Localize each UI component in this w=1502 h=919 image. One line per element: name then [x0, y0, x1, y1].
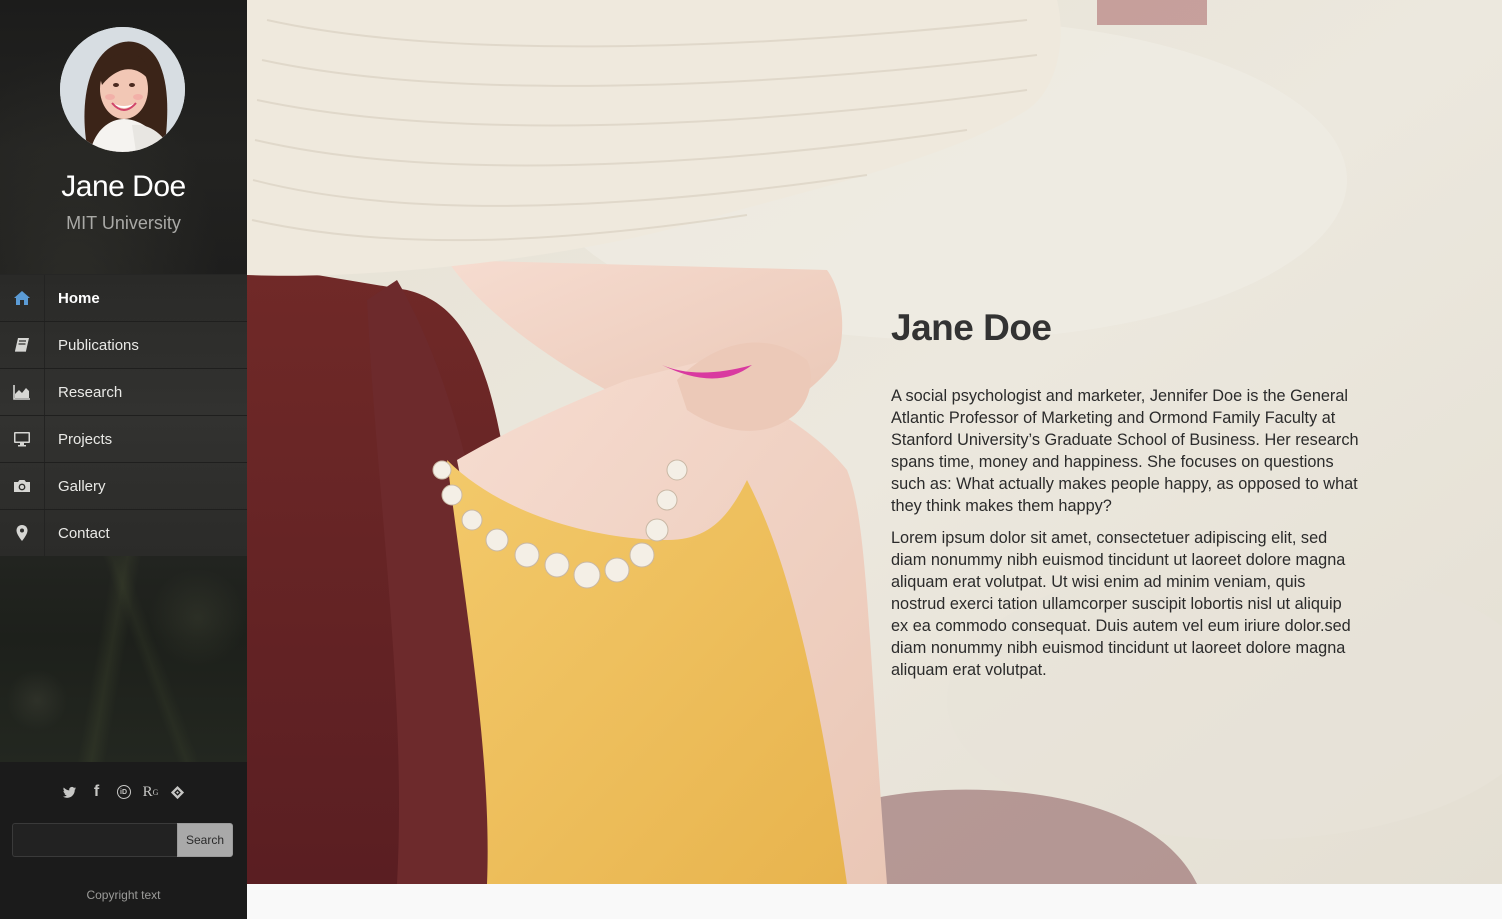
sidebar-item-contact[interactable]: Contact: [0, 509, 247, 556]
orcid-icon[interactable]: iD: [110, 782, 137, 802]
sidebar-item-label: Publications: [58, 336, 139, 354]
orcid-glyph: iD: [116, 785, 131, 799]
page-footer-strip: [247, 884, 1502, 919]
social-links: f iD RG: [0, 782, 247, 802]
twitter-icon[interactable]: [56, 782, 83, 802]
desktop-icon: [0, 416, 45, 462]
sidebar-footer: f iD RG Search Copyright text: [0, 762, 247, 919]
hero-paragraph: A social psychologist and marketer, Jenn…: [891, 387, 1359, 515]
facebook-icon[interactable]: f: [83, 782, 110, 802]
sidebar-background-image: [0, 556, 247, 762]
area-chart-icon: [0, 369, 45, 415]
sidebar-item-label: Research: [58, 383, 123, 401]
sidebar: Jane Doe MIT University Home Publication…: [0, 0, 247, 919]
sidebar-item-projects[interactable]: Projects: [0, 415, 247, 462]
academia-icon[interactable]: [164, 782, 191, 802]
hero-section: Jane Doe A social psychologist and marke…: [247, 0, 1502, 884]
researchgate-sup: G: [152, 787, 159, 797]
copyright-text: Copyright text: [86, 888, 161, 902]
search-button[interactable]: Search: [177, 823, 233, 857]
sidebar-item-label: Projects: [58, 430, 113, 448]
avatar: [60, 27, 185, 152]
sidebar-item-label: Home: [58, 289, 100, 307]
search-form: Search: [12, 823, 233, 857]
hero-title: Jane Doe: [891, 307, 1052, 348]
map-marker-icon: [0, 510, 45, 556]
hero-paragraph: Lorem ipsum dolor sit amet, consectetuer…: [891, 529, 1351, 679]
sidebar-item-research[interactable]: Research: [0, 368, 247, 415]
sidebar-nav: Home Publications Research Projects Gall…: [0, 274, 247, 556]
profile-affiliation: MIT University: [66, 213, 181, 233]
sidebar-item-publications[interactable]: Publications: [0, 321, 247, 368]
book-icon: [0, 322, 45, 368]
researchgate-icon[interactable]: RG: [137, 782, 164, 802]
profile-name: Jane Doe: [61, 170, 186, 203]
home-icon: [0, 275, 45, 321]
camera-icon: [0, 463, 45, 509]
researchgate-glyph: R: [142, 783, 153, 800]
sidebar-item-label: Gallery: [58, 477, 106, 495]
sidebar-item-home[interactable]: Home: [0, 274, 247, 321]
sidebar-item-label: Contact: [58, 524, 110, 542]
avatar-photo: [60, 27, 185, 152]
hero-content: Jane Doe A social psychologist and marke…: [891, 307, 1363, 691]
sidebar-item-gallery[interactable]: Gallery: [0, 462, 247, 509]
search-input[interactable]: [12, 823, 177, 857]
